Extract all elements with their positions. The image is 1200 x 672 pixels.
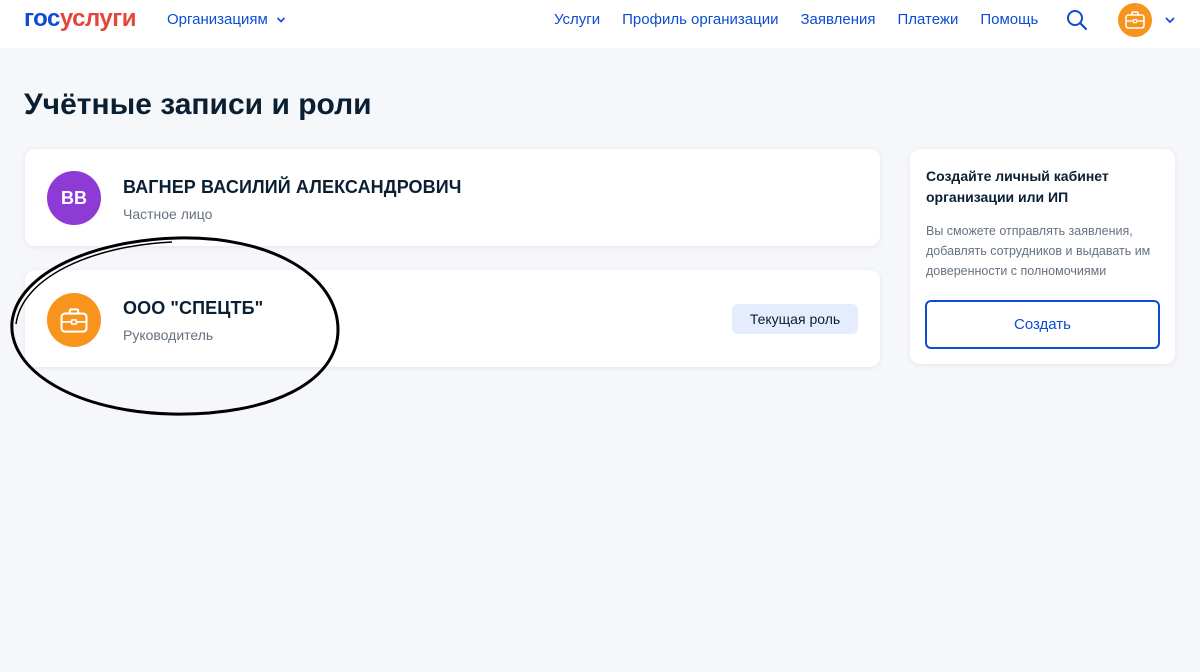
account-role: Частное лицо: [123, 206, 213, 222]
chevron-down-icon[interactable]: [276, 15, 286, 25]
account-avatar-button[interactable]: [1118, 3, 1152, 37]
account-role: Руководитель: [123, 327, 214, 343]
nav-item-org-profile[interactable]: Профиль организации: [622, 11, 778, 28]
logo-part-uslugi[interactable]: услуги: [60, 5, 137, 32]
top-header: госуслуги Организациям Услуги Профиль ор…: [0, 0, 1200, 48]
organizations-menu-label[interactable]: Организациям: [167, 11, 268, 28]
nav-item-help[interactable]: Помощь: [980, 11, 1038, 28]
chevron-down-icon[interactable]: [1164, 15, 1176, 25]
nav-item-applications[interactable]: Заявления: [800, 11, 875, 28]
create-org-panel: Создайте личный кабинет организации или …: [910, 149, 1175, 364]
create-panel-description: Вы сможете отправлять заявления, добавля…: [926, 224, 1151, 278]
page-title: Учётные записи и роли: [24, 88, 372, 121]
organizations-menu[interactable]: Организациям: [167, 11, 286, 28]
create-button[interactable]: Создать: [925, 300, 1160, 349]
account-name: ООО "СПЕЦТБ": [123, 298, 264, 318]
avatar: ВВ: [47, 171, 101, 225]
avatar-initials: ВВ: [61, 187, 87, 208]
current-role-badge: Текущая роль: [732, 304, 858, 334]
briefcase-icon: [60, 307, 88, 333]
nav-item-services[interactable]: Услуги: [554, 11, 600, 28]
create-panel-title: Создайте личный кабинет организации или …: [926, 168, 1109, 205]
search-icon[interactable]: [1066, 9, 1088, 31]
account-card-person[interactable]: ВВ ВАГНЕР ВАСИЛИЙ АЛЕКСАНДРОВИЧ Частное …: [25, 149, 880, 246]
org-avatar: [47, 293, 101, 347]
account-card-organization[interactable]: ООО "СПЕЦТБ" Руководитель Текущая роль: [25, 270, 880, 367]
main-nav: Услуги Профиль организации Заявления Пла…: [554, 11, 1038, 28]
gosuslugi-logo[interactable]: госуслуги: [24, 5, 137, 33]
briefcase-icon: [1125, 11, 1145, 29]
nav-item-payments[interactable]: Платежи: [898, 11, 959, 28]
logo-part-gos[interactable]: гос: [24, 5, 60, 32]
account-name: ВАГНЕР ВАСИЛИЙ АЛЕКСАНДРОВИЧ: [123, 177, 462, 197]
